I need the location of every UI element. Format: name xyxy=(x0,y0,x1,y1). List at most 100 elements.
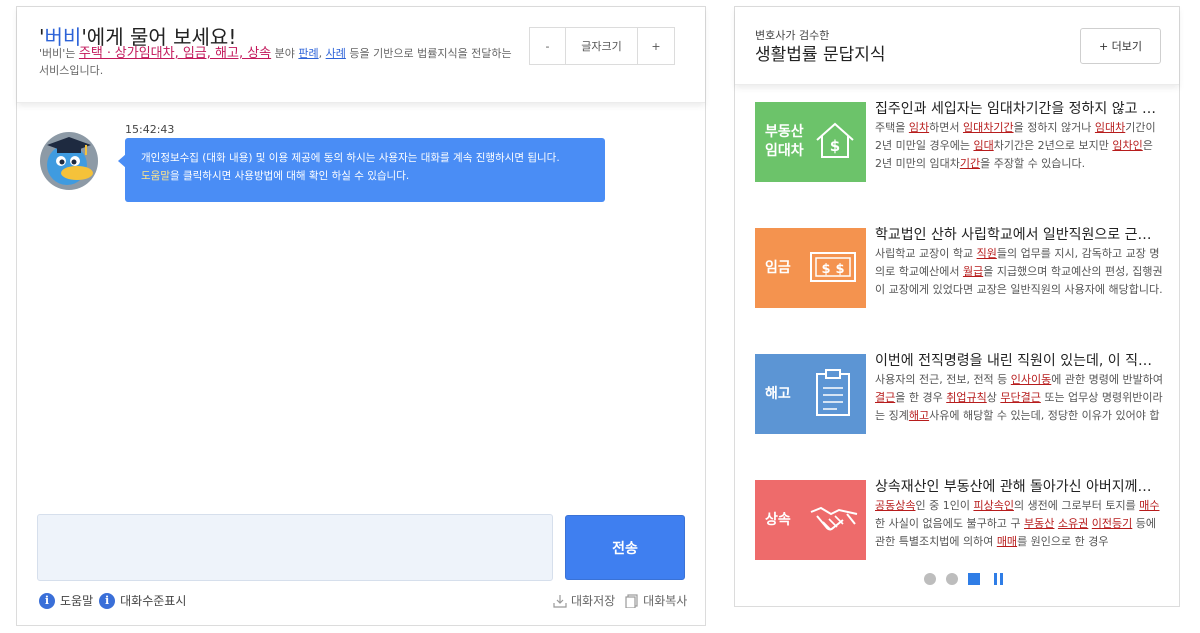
keyword-link[interactable]: 기간 xyxy=(960,157,980,170)
svg-text:$: $ xyxy=(830,137,840,155)
qa-title: 생활법률 문답지식 xyxy=(755,45,886,65)
keyword-link[interactable]: 공동상속 xyxy=(875,499,915,512)
qa-text: 상속재산인 부동산에 관해 돌아가신 아버지께서 생전에 매도한 경우 공동상속… xyxy=(875,477,1163,551)
qa-question: 상속재산인 부동산에 관해 돌아가신 아버지께서 생전에 매도한 경우 xyxy=(875,479,1163,495)
info-icon: i xyxy=(39,592,55,609)
answer-text: 에 관한 명령에 반발하여 xyxy=(1051,373,1163,386)
desc-text: 분야 xyxy=(271,47,299,60)
qa-question: 집주인과 세입자는 임대차기간을 정하지 않고 계약할 수 있나요? xyxy=(875,101,1163,117)
category-label: 해고 xyxy=(765,386,791,402)
handshake-icon xyxy=(810,506,858,531)
chat-input[interactable] xyxy=(37,514,553,581)
page-dot[interactable] xyxy=(924,573,936,585)
money-icon: $ $ xyxy=(810,252,856,282)
bot-message-bubble: 개인정보수집 (대화 내용) 및 이용 제공에 동의 하시는 사용자는 대화를 … xyxy=(118,138,605,202)
message-line-2-text: 을 클릭하시면 사용방법에 대해 확인 하실 수 있습니다. xyxy=(169,170,410,182)
keyword-link[interactable]: 매수 xyxy=(1139,499,1159,512)
page-dot[interactable] xyxy=(946,573,958,585)
font-size-control: - 글자크기 + xyxy=(529,27,675,65)
desc-text: , xyxy=(318,47,326,60)
answer-text: 를 원인으로 한 경우 xyxy=(1017,535,1109,548)
keyword-link[interactable]: 임대 xyxy=(973,139,993,152)
qa-item[interactable]: 상속 상속재산인 부동산에 관해 돌아가신 아버지께서 생전에 매도한 경우 공… xyxy=(755,477,1165,560)
keyword-link[interactable]: 결근 xyxy=(875,391,895,404)
keyword-link[interactable]: 해고 xyxy=(909,409,929,422)
keyword-link[interactable]: 인사이동 xyxy=(1011,373,1051,386)
qa-question: 이번에 전직명령을 내린 직원이 있는데, 이 직원이 출근하지 않습니다. xyxy=(875,353,1163,369)
category-thumb-dismissal: 해고 xyxy=(755,354,866,434)
answer-text: 한 사실이 없음에도 불구하고 구 xyxy=(875,517,1025,530)
info-icon: i xyxy=(99,592,116,609)
chat-panel: '버비'에게 물어 보세요! '버비'는 주택ㆍ상가임대차, 임금, 해고, 상… xyxy=(16,6,706,626)
page-dot-active[interactable] xyxy=(968,573,980,585)
keyword-link[interactable]: 임차 xyxy=(909,121,929,134)
keyword-link[interactable]: 월급 xyxy=(963,265,983,278)
category-thumb-lease: 부동산임대차 $ xyxy=(755,102,866,182)
house-dollar-icon: $ xyxy=(816,122,854,158)
fields-link[interactable]: 주택ㆍ상가임대차, 임금, 해고, 상속 xyxy=(79,46,271,61)
keyword-link[interactable]: 임차인 xyxy=(1112,139,1142,152)
category-label-line: 임대차 xyxy=(765,143,804,159)
copy-label: 대화복사 xyxy=(643,594,688,608)
case-link[interactable]: 사례 xyxy=(326,47,346,60)
answer-text: 인 중 1인이 xyxy=(915,499,974,512)
font-decrease-button[interactable]: - xyxy=(529,27,566,65)
qa-question: 학교법인 산하 사립학교에서 일반직원으로 근무했는데 임금은 누구에게 청구하… xyxy=(875,227,1163,243)
answer-text: 을 주장할 수 있습니다. xyxy=(980,157,1086,170)
help-label: 도움말 xyxy=(60,594,94,608)
answer-text: 을 정하지 않거나 xyxy=(1013,121,1095,134)
send-button[interactable]: 전송 xyxy=(565,515,685,580)
keyword-link[interactable]: 매매 xyxy=(997,535,1017,548)
keyword-link[interactable]: 임대차 xyxy=(1095,121,1125,134)
qa-text: 학교법인 산하 사립학교에서 일반직원으로 근무했는데 임금은 누구에게 청구하… xyxy=(875,225,1163,299)
answer-text: 을 한 경우 xyxy=(895,391,947,404)
category-thumb-inheritance: 상속 xyxy=(755,480,866,560)
level-display-button[interactable]: i 대화수준표시 xyxy=(99,592,186,609)
qa-panel: 변호사가 검수한 생활법률 문답지식 + 더보기 부동산 임대차 $ 집주인과 세… xyxy=(734,6,1180,607)
qa-item[interactable]: 임금 $$ 학교법인 산하 사립학교에서 일반직원으로 근무했는데 임금은 누구… xyxy=(755,225,1165,308)
category-thumb-wage: 임금 $ $ xyxy=(755,228,866,308)
font-size-label: 글자크기 xyxy=(566,27,638,65)
font-increase-button[interactable]: + xyxy=(638,27,675,65)
pause-icon[interactable] xyxy=(994,573,1006,585)
keyword-link[interactable]: 무단결근 xyxy=(1000,391,1040,404)
qa-text: 이번에 전직명령을 내린 직원이 있는데, 이 직원이 출근하지 않습니다. 사… xyxy=(875,351,1163,425)
help-inline-link[interactable]: 도움말 xyxy=(141,170,170,182)
qa-item[interactable]: 해고 이번에 전직명령을 내린 직원이 있는데, 이 직원이 출근하지 않습니다… xyxy=(755,351,1165,434)
desc-text: '버비'는 xyxy=(39,47,79,60)
more-button[interactable]: + 더보기 xyxy=(1080,28,1161,64)
chat-description: '버비'는 주택ㆍ상가임대차, 임금, 해고, 상속 분야 판례, 사례 등을 … xyxy=(39,45,519,79)
keyword-link[interactable]: 임대차기간 xyxy=(963,121,1014,134)
chat-footer-left: i 도움말 i 대화수준표시 xyxy=(39,592,192,609)
keyword-link[interactable]: 이전등기 xyxy=(1092,517,1132,530)
category-label: 상속 xyxy=(765,512,791,528)
qa-answer: 공동상속인 중 1인이 피상속인의 생전에 그로부터 토지를 매수한 사실이 없… xyxy=(875,497,1163,551)
category-label-line: 부동산 xyxy=(765,124,804,140)
download-icon xyxy=(553,594,567,608)
keyword-link[interactable]: 직원 xyxy=(977,247,997,260)
copy-chat-button[interactable]: 대화복사 xyxy=(625,592,687,609)
qa-header: 변호사가 검수한 생활법률 문답지식 + 더보기 xyxy=(735,7,1179,85)
svg-text:$: $ xyxy=(821,262,830,277)
save-label: 대화저장 xyxy=(571,594,616,608)
qa-text: 집주인과 세입자는 임대차기간을 정하지 않고 계약할 수 있나요? 주택을 임… xyxy=(875,99,1163,173)
save-chat-button[interactable]: 대화저장 xyxy=(553,592,615,609)
chat-messages: 15:42:43 개인정보수집 (대화 내용) 및 이용 제공에 동의 하시는 … xyxy=(17,103,705,498)
answer-text: 사용자의 전근, 전보, 전적 등 xyxy=(875,373,1011,386)
qa-item[interactable]: 부동산임대차 $ 집주인과 세입자는 임대차기간을 정하지 않고 계약할 수 있… xyxy=(755,99,1165,182)
svg-text:$: $ xyxy=(835,262,844,277)
keyword-link[interactable]: 부동산 xyxy=(1024,517,1054,530)
answer-text: 차기간은 2년으로 보지만 xyxy=(993,139,1113,152)
message-line-2: 도움말을 클릭하시면 사용방법에 대해 확인 하실 수 있습니다. xyxy=(141,167,605,185)
category-label: 부동산임대차 xyxy=(765,123,804,161)
precedent-link[interactable]: 판례 xyxy=(298,47,318,60)
keyword-link[interactable]: 취업규칙 xyxy=(946,391,986,404)
chat-footer-right: 대화저장 대화복사 xyxy=(543,592,687,609)
qa-answer: 사용자의 전근, 전보, 전적 등 인사이동에 관한 명령에 반발하여 결근을 … xyxy=(875,371,1163,425)
copy-icon xyxy=(625,593,639,609)
qa-answer: 주택을 임차하면서 임대차기간을 정하지 않거나 임대차기간이 2년 미만일 경… xyxy=(875,119,1163,173)
answer-text: 의 생전에 그로부터 토지를 xyxy=(1013,499,1140,512)
keyword-link[interactable]: 피상속인 xyxy=(973,499,1013,512)
keyword-link[interactable]: 소유권 xyxy=(1058,517,1088,530)
help-button[interactable]: i 도움말 xyxy=(39,592,93,609)
